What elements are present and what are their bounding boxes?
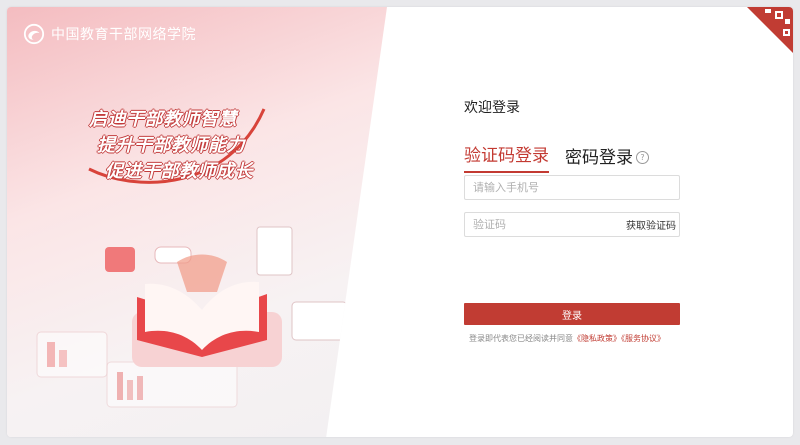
login-page: 中国教育干部网络学院 启迪干部教师智慧 提升干部教师能力 促进干部教师成长 欢迎… bbox=[7, 7, 793, 437]
book-illustration bbox=[36, 226, 348, 408]
agreement-prefix: 登录即代表您已经阅读并同意 bbox=[469, 334, 573, 343]
logo-swirl-icon bbox=[23, 23, 45, 45]
slogan: 启迪干部教师智慧 提升干部教师能力 促进干部教师成长 bbox=[87, 105, 277, 195]
privacy-policy-link[interactable]: 《隐私政策》 bbox=[573, 334, 621, 343]
agreement-text: 登录即代表您已经阅读并同意《隐私政策》《服务协议》 bbox=[469, 333, 665, 344]
code-field: 获取验证码 bbox=[464, 212, 680, 237]
help-icon[interactable]: ? bbox=[636, 151, 649, 164]
qr-code-icon[interactable] bbox=[747, 7, 793, 53]
tab-password-label: 密码登录 bbox=[565, 148, 633, 168]
service-agreement-link[interactable]: 《服务协议》 bbox=[621, 334, 665, 343]
login-tabs: 验证码登录 密码登录? bbox=[464, 141, 649, 173]
brand-logo: 中国教育干部网络学院 bbox=[23, 23, 196, 45]
phone-field bbox=[464, 175, 680, 200]
phone-input[interactable] bbox=[465, 176, 679, 199]
brand-name: 中国教育干部网络学院 bbox=[51, 27, 196, 43]
login-button[interactable]: 登录 bbox=[464, 303, 680, 325]
hero-panel: 中国教育干部网络学院 启迪干部教师智慧 提升干部教师能力 促进干部教师成长 bbox=[7, 7, 387, 437]
tab-sms-code-login[interactable]: 验证码登录 bbox=[464, 141, 549, 173]
slogan-line-2: 提升干部教师能力 bbox=[97, 135, 245, 156]
tab-password-login[interactable]: 密码登录? bbox=[565, 143, 649, 173]
welcome-heading: 欢迎登录 bbox=[464, 100, 520, 116]
get-code-button[interactable]: 获取验证码 bbox=[626, 217, 684, 232]
slogan-line-3: 促进干部教师成长 bbox=[105, 161, 253, 182]
code-input[interactable] bbox=[465, 213, 626, 236]
slogan-line-1: 启迪干部教师智慧 bbox=[89, 109, 237, 130]
